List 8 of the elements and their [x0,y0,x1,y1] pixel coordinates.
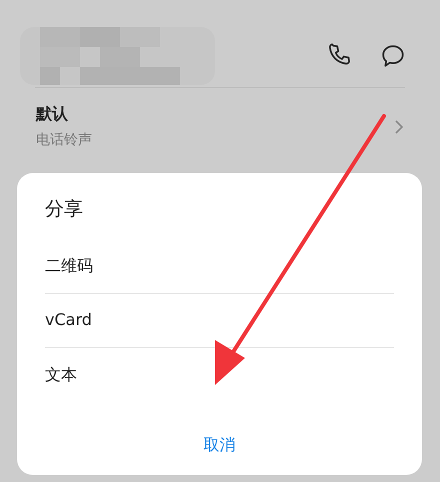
ringtone-label: 电话铃声 [36,131,92,150]
share-option[interactable]: 文本 [45,362,77,386]
share-option[interactable]: 二维码 [45,254,93,278]
cancel-button[interactable]: 取消 [200,433,240,457]
message-icon[interactable] [380,42,406,68]
ringtone-value: 默认 [36,103,69,125]
share-option[interactable]: vCard [45,308,92,332]
dialog-title: 分享 [45,197,84,222]
